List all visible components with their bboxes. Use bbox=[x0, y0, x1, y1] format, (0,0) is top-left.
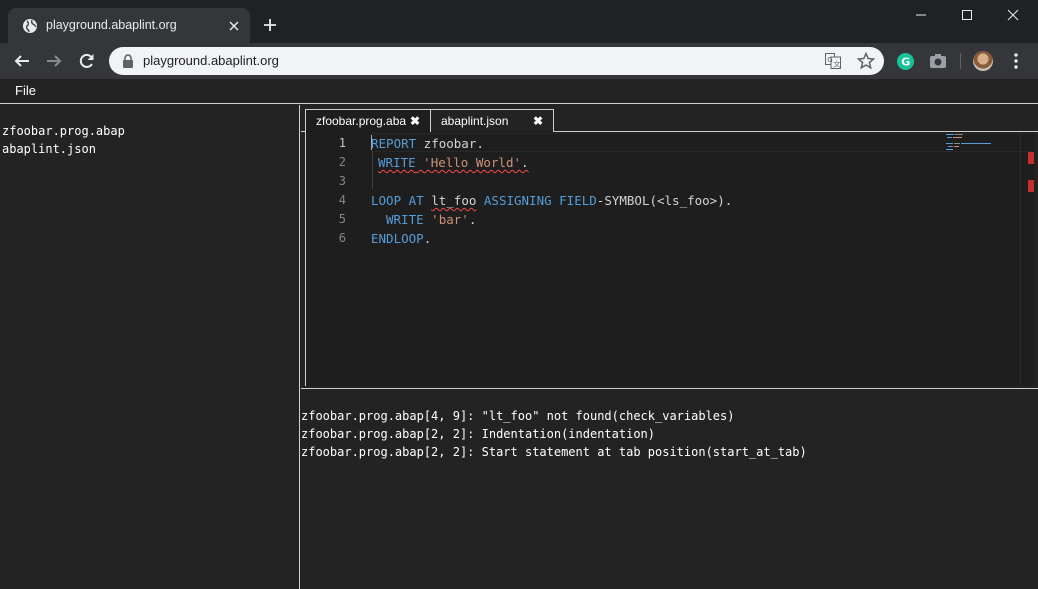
line-number: 1 bbox=[338, 136, 346, 150]
indent-guide bbox=[372, 151, 373, 189]
code-token: . bbox=[468, 212, 477, 227]
line-number: 6 bbox=[338, 231, 346, 245]
reload-icon[interactable] bbox=[77, 51, 97, 71]
line-number: 3 bbox=[338, 174, 346, 188]
code-token: zfoobar. bbox=[416, 136, 484, 151]
file-menu[interactable]: File bbox=[15, 83, 36, 98]
error-marker[interactable] bbox=[1028, 180, 1034, 192]
editor-tab-abaplint-json[interactable]: abaplint.json ✖ bbox=[430, 109, 554, 132]
keyword-token: WRITE bbox=[386, 212, 424, 227]
code-editor[interactable]: 1 2 3 4 5 6 REPORT zfoobar. WRITE 'Hello… bbox=[305, 132, 1034, 386]
keyword-token: ASSIGNING FIELD bbox=[476, 193, 597, 208]
file-item-zfoobar[interactable]: zfoobar.prog.abap bbox=[2, 124, 125, 138]
close-icon[interactable]: ✖ bbox=[410, 114, 420, 128]
line-number-gutter: 1 2 3 4 5 6 bbox=[306, 132, 370, 386]
svg-text:G: G bbox=[827, 56, 832, 64]
code-line-1: REPORT zfoobar. bbox=[371, 134, 484, 153]
toolbar-divider bbox=[960, 53, 961, 69]
line-number: 2 bbox=[338, 155, 346, 169]
file-item-abaplint-json[interactable]: abaplint.json bbox=[2, 142, 96, 156]
minimize-icon[interactable] bbox=[898, 0, 944, 30]
close-icon[interactable]: ✖ bbox=[533, 114, 543, 128]
problem-line[interactable]: zfoobar.prog.abap[2, 2]: Start statement… bbox=[301, 445, 807, 459]
globe-icon bbox=[23, 19, 37, 33]
abaplint-playground: File zfoobar.prog.abap abaplint.json zfo… bbox=[0, 79, 1038, 589]
translate-icon[interactable]: G 文 bbox=[825, 53, 841, 69]
error-underline: WRITE 'Hello World'. bbox=[378, 155, 529, 170]
code-line-5: WRITE 'bar'. bbox=[386, 210, 476, 229]
menubar: File bbox=[0, 79, 1038, 104]
address-bar[interactable]: playground.abaplint.org G 文 bbox=[109, 47, 884, 75]
keyword-token: REPORT bbox=[371, 136, 417, 151]
editor-tab-label: abaplint.json bbox=[441, 114, 509, 128]
browser-tabstrip: playground.abaplint.org bbox=[0, 0, 1038, 43]
error-underline-variable: lt_foo bbox=[431, 193, 477, 208]
browser-toolbar: playground.abaplint.org G 文 G bbox=[0, 43, 1038, 79]
line-number: 5 bbox=[338, 212, 346, 226]
string-token: 'Hello World' bbox=[423, 155, 522, 170]
editor-tab-label: zfoobar.prog.aba bbox=[316, 114, 407, 128]
lock-icon[interactable] bbox=[122, 54, 134, 68]
code-token: -SYMBOL(<ls_foo>). bbox=[596, 193, 733, 208]
editor-scrollbar[interactable] bbox=[1020, 132, 1034, 386]
minimap[interactable] bbox=[946, 132, 1006, 152]
problem-line[interactable]: zfoobar.prog.abap[2, 2]: Indentation(ind… bbox=[301, 427, 655, 441]
bookmark-star-icon[interactable] bbox=[857, 52, 875, 70]
string-token: 'bar' bbox=[431, 212, 469, 227]
forward-arrow-icon[interactable] bbox=[44, 51, 64, 71]
line-number: 4 bbox=[338, 193, 346, 207]
url-text[interactable]: playground.abaplint.org bbox=[143, 53, 279, 68]
keyword-token: ENDLOOP bbox=[371, 231, 424, 246]
editor-tab-zfoobar[interactable]: zfoobar.prog.aba ✖ bbox=[305, 109, 431, 132]
grammarly-extension-icon[interactable]: G bbox=[897, 53, 914, 70]
problem-line[interactable]: zfoobar.prog.abap[4, 9]: "lt_foo" not fo… bbox=[301, 409, 734, 423]
svg-text:文: 文 bbox=[833, 60, 840, 69]
code-line-4: LOOP AT lt_foo ASSIGNING FIELD-SYMBOL(<l… bbox=[371, 191, 732, 210]
browser-tab[interactable]: playground.abaplint.org bbox=[8, 8, 250, 43]
window-close-icon[interactable] bbox=[990, 0, 1036, 30]
svg-text:G: G bbox=[901, 56, 910, 69]
file-explorer: zfoobar.prog.abap abaplint.json bbox=[0, 105, 300, 589]
problems-panel: zfoobar.prog.abap[4, 9]: "lt_foo" not fo… bbox=[301, 388, 1038, 589]
keyword-token: LOOP AT bbox=[371, 193, 424, 208]
maximize-icon[interactable] bbox=[944, 0, 990, 30]
camera-extension-icon[interactable] bbox=[929, 53, 947, 69]
keyword-token: WRITE bbox=[378, 155, 416, 170]
code-token: . bbox=[423, 231, 432, 246]
browser-tab-title: playground.abaplint.org bbox=[46, 18, 177, 32]
close-tab-icon[interactable] bbox=[226, 18, 242, 34]
editor-tabbar: zfoobar.prog.aba ✖ abaplint.json ✖ bbox=[301, 105, 1038, 132]
code-line-6: ENDLOOP. bbox=[371, 229, 431, 248]
back-arrow-icon[interactable] bbox=[12, 51, 32, 71]
profile-avatar[interactable] bbox=[973, 51, 993, 71]
code-line-2: WRITE 'Hello World'. bbox=[378, 153, 529, 172]
error-marker[interactable] bbox=[1028, 152, 1034, 164]
editor-pane: zfoobar.prog.aba ✖ abaplint.json ✖ 1 2 3… bbox=[301, 105, 1038, 390]
more-menu-icon[interactable] bbox=[1008, 52, 1024, 70]
code-token: . bbox=[521, 155, 529, 170]
new-tab-icon[interactable] bbox=[262, 17, 278, 33]
